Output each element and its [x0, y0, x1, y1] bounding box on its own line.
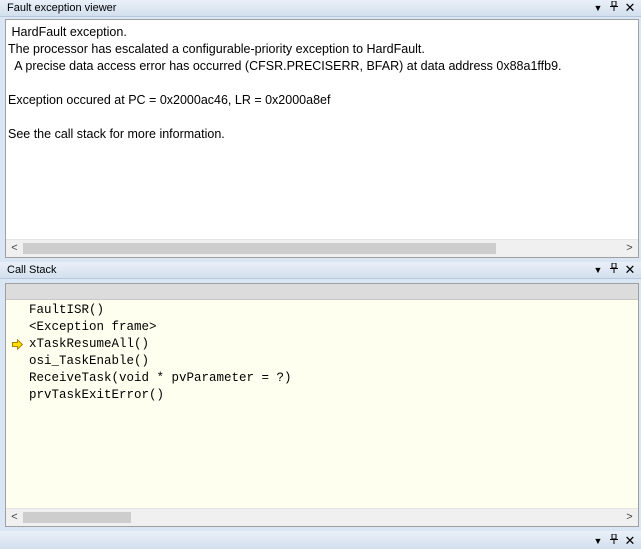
- dropdown-icon[interactable]: ▼: [591, 0, 605, 16]
- call-stack-title: Call Stack: [7, 264, 57, 276]
- scroll-thumb[interactable]: [23, 243, 496, 254]
- frame-label: ReceiveTask(void * pvParameter = ?): [29, 371, 292, 385]
- frame-label: osi_TaskEnable(): [29, 354, 150, 368]
- scroll-thumb[interactable]: [23, 512, 131, 523]
- scroll-right-icon[interactable]: >: [621, 509, 638, 526]
- pin-icon[interactable]: [607, 262, 621, 278]
- dropdown-icon[interactable]: ▼: [591, 262, 605, 278]
- fault-viewer-title: Fault exception viewer: [7, 2, 117, 14]
- fault-text: HardFault exception. The processor has es…: [8, 24, 562, 143]
- fault-viewer-titlebar: Fault exception viewer ▼ ✕: [0, 0, 641, 17]
- pin-icon[interactable]: [607, 533, 621, 549]
- close-icon[interactable]: ✕: [623, 0, 637, 16]
- scroll-right-icon[interactable]: >: [621, 240, 638, 257]
- fault-viewer-panel: HardFault exception. The processor has es…: [5, 19, 639, 258]
- close-icon[interactable]: ✕: [623, 262, 637, 278]
- fault-text-line: The processor has escalated a configurab…: [8, 42, 425, 56]
- call-stack-horizontal-scrollbar[interactable]: < >: [6, 508, 638, 526]
- call-stack-header: [6, 284, 638, 300]
- call-stack-frames: FaultISR() <Exception frame> xTaskResumeAl…: [6, 302, 292, 404]
- bottom-titlebar: ▼ ✕: [0, 531, 641, 549]
- frame-label: <Exception frame>: [29, 320, 157, 334]
- fault-text-line: HardFault exception.: [8, 25, 127, 39]
- scroll-left-icon[interactable]: <: [6, 240, 23, 257]
- call-stack-frame[interactable]: FaultISR(): [6, 302, 292, 319]
- call-stack-panel: FaultISR() <Exception frame> xTaskResumeAl…: [5, 283, 639, 527]
- scroll-left-icon[interactable]: <: [6, 509, 23, 526]
- call-stack-frame[interactable]: ReceiveTask(void * pvParameter = ?): [6, 370, 292, 387]
- fault-text-line: [8, 109, 562, 126]
- call-stack-frame[interactable]: prvTaskExitError(): [6, 387, 292, 404]
- frame-label: FaultISR(): [29, 303, 105, 317]
- call-stack-titlebar: Call Stack ▼ ✕: [0, 262, 641, 279]
- current-frame-arrow-icon: [12, 339, 23, 350]
- fault-text-line: [8, 75, 562, 92]
- close-icon[interactable]: ✕: [623, 533, 637, 549]
- call-stack-frame[interactable]: <Exception frame>: [6, 319, 292, 336]
- fault-text-line: A precise data access error has occurred…: [8, 59, 562, 73]
- call-stack-frame[interactable]: osi_TaskEnable(): [6, 353, 292, 370]
- fault-horizontal-scrollbar[interactable]: < >: [6, 239, 638, 257]
- call-stack-frame[interactable]: xTaskResumeAll(): [6, 336, 292, 353]
- pin-icon[interactable]: [607, 0, 621, 16]
- dropdown-icon[interactable]: ▼: [591, 533, 605, 549]
- frame-label: prvTaskExitError(): [29, 388, 165, 402]
- fault-text-line: Exception occured at PC = 0x2000ac46, LR…: [8, 93, 331, 107]
- fault-text-line: See the call stack for more information.: [8, 127, 225, 141]
- frame-label: xTaskResumeAll(): [29, 337, 150, 351]
